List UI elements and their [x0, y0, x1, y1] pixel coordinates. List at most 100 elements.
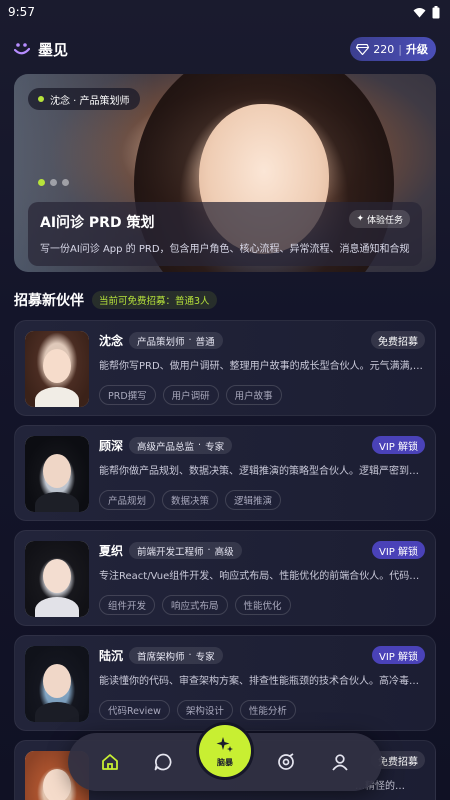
skill-tag: 数据决策: [162, 490, 219, 510]
skill-tags: PRD撰写 用户调研 用户故事: [99, 385, 282, 405]
avatar-body: [35, 597, 79, 617]
hero-tag-text: 沈念 · 产品策划师: [50, 95, 130, 107]
hero-task-card[interactable]: AI问诊 PRD 策划 写一份AI问诊 App 的 PRD，包含用户角色、核心流…: [28, 202, 422, 266]
skill-tag: 逻辑推演: [225, 490, 282, 510]
partner-card[interactable]: 陆沉 首席架构师 · 专家 VIP 解锁 能读懂你的代码、审查架构方案、排查性能瓶颈…: [14, 635, 436, 731]
section-title: 招募新伙伴: [14, 293, 84, 309]
role-tag: 产品策划师 · 普通: [129, 332, 223, 349]
carousel-dot[interactable]: [50, 179, 57, 186]
partner-name: 沈念: [99, 334, 124, 348]
wifi-icon: [413, 7, 426, 17]
section-header: 招募新伙伴 当前可免费招募：普通3人: [14, 290, 217, 310]
sparkle-icon: ✦: [356, 214, 364, 224]
coin-upgrade-button[interactable]: 220 | 升级: [350, 37, 436, 61]
name-row: 陆沉 首席架构师 · 专家: [99, 647, 223, 664]
app-name: 墨见: [38, 40, 69, 59]
avatar-face: [43, 349, 71, 383]
level: 专家: [195, 651, 215, 663]
nav-discover[interactable]: [274, 750, 298, 774]
chat-icon: [154, 753, 172, 771]
avatar-body: [35, 387, 79, 407]
hero-banner[interactable]: 沈念 · 产品策划师 AI问诊 PRD 策划 写一份AI问诊 App 的 PRD…: [14, 74, 436, 272]
sparkle-icon: [216, 736, 233, 752]
role: 高级产品总监: [137, 441, 195, 453]
partner-description: 能读懂你的代码、审查架构方案、排查性能瓶颈的技术合伙人。高冷毒…: [99, 676, 419, 687]
role: 前端开发工程师: [137, 546, 204, 558]
experience-task-badge: ✦ 体验任务: [349, 210, 410, 228]
status-bar: 9:57: [0, 0, 450, 24]
nav-home[interactable]: [98, 750, 122, 774]
carousel-dot[interactable]: [38, 179, 45, 186]
skill-tag: 组件开发: [99, 595, 156, 615]
coin-count: 220: [373, 42, 395, 56]
skill-tag: 性能优化: [234, 595, 291, 615]
partner-card[interactable]: 沈念 产品策划师 · 普通 免费招募 能帮你写PRD、做用户调研、整理用户故事的成长…: [14, 320, 436, 416]
avatar: [25, 646, 89, 722]
free-quota-badge: 当前可免费招募：普通3人: [92, 291, 217, 309]
skill-tag: 用户故事: [225, 385, 282, 405]
skill-tags: 产品规划 数据决策 逻辑推演: [99, 490, 282, 510]
online-dot-icon: [38, 96, 44, 102]
role: 首席架构师: [137, 651, 185, 663]
vip-unlock-button[interactable]: VIP 解锁: [372, 646, 425, 664]
role-tag: 首席架构师 · 专家: [129, 647, 223, 664]
name-row: 顾深 高级产品总监 · 专家: [99, 437, 233, 454]
user-icon: [332, 754, 348, 771]
skill-tag: PRD撰写: [99, 385, 156, 405]
name-row: 夏织 前端开发工程师 · 高级: [99, 542, 242, 559]
badge-label: 体验任务: [366, 215, 403, 226]
avatar: [25, 331, 89, 407]
skill-tag: 用户调研: [162, 385, 219, 405]
partner-description: 专注React/Vue组件开发、响应式布局、性能优化的前端合伙人。代码和…: [99, 571, 429, 582]
status-time: 9:57: [8, 5, 35, 19]
avatar-face: [43, 454, 71, 488]
partner-name: 陆沉: [99, 649, 124, 663]
app-logo-icon: [14, 43, 30, 55]
skill-tag: 性能分析: [239, 700, 296, 720]
status-icons: [413, 5, 440, 19]
level: 普通: [195, 336, 215, 348]
hero-description: 写一份AI问诊 App 的 PRD，包含用户角色、核心流程、异常流程、消息通知和…: [40, 244, 410, 255]
avatar-face: [43, 769, 71, 800]
partner-card[interactable]: 夏织 前端开发工程师 · 高级 VIP 解锁 专注React/Vue组件开发、响应式…: [14, 530, 436, 626]
carousel-dots[interactable]: [38, 179, 69, 186]
avatar-body: [35, 492, 79, 512]
partner-card[interactable]: 顾深 高级产品总监 · 专家 VIP 解锁 能帮你做产品规划、数据决策、逻辑推演的策…: [14, 425, 436, 521]
hero-character-tag: 沈念 · 产品策划师: [28, 88, 140, 110]
skill-tag: 响应式布局: [162, 595, 228, 615]
vip-unlock-button[interactable]: VIP 解锁: [372, 541, 425, 559]
partner-name: 夏织: [99, 544, 124, 558]
diamond-icon: [356, 43, 370, 55]
nav-profile[interactable]: [328, 750, 352, 774]
role: 产品策划师: [137, 336, 185, 348]
nav-chat[interactable]: [151, 750, 175, 774]
nav-center-label: 脑暴: [217, 757, 233, 767]
home-icon: [102, 754, 118, 770]
role-tag: 高级产品总监 · 专家: [129, 437, 233, 454]
vip-unlock-button[interactable]: VIP 解锁: [372, 436, 425, 454]
bottom-nav: 脑暴: [68, 725, 382, 791]
name-row: 沈念 产品策划师 · 普通: [99, 332, 223, 349]
avatar-face: [43, 559, 71, 593]
partner-name: 顾深: [99, 439, 124, 453]
skill-tag: 架构设计: [176, 700, 233, 720]
brand: 墨见: [14, 39, 68, 60]
app-header: 墨见 220 | 升级: [14, 36, 436, 62]
level: 高级: [214, 546, 234, 558]
discover-icon: [278, 753, 294, 770]
carousel-dot[interactable]: [62, 179, 69, 186]
nav-brainstorm-button[interactable]: 脑暴: [199, 725, 251, 777]
partner-description: 能帮你写PRD、做用户调研、整理用户故事的成长型合伙人。元气满满,…: [99, 361, 423, 372]
skill-tags: 代码Review 架构设计 性能分析: [99, 700, 296, 720]
avatar-face: [43, 664, 71, 698]
avatar-body: [35, 702, 79, 722]
battery-icon: [432, 5, 440, 18]
level: 专家: [205, 441, 225, 453]
upgrade-label: 升级: [406, 43, 428, 56]
skill-tag: 代码Review: [99, 700, 170, 720]
partner-description: 能帮你做产品规划、数据决策、逻辑推演的策略型合伙人。逻辑严密到…: [99, 466, 419, 477]
avatar: [25, 436, 89, 512]
role-tag: 前端开发工程师 · 高级: [129, 542, 242, 559]
avatar: [25, 541, 89, 617]
recruit-button[interactable]: 免费招募: [371, 331, 425, 349]
